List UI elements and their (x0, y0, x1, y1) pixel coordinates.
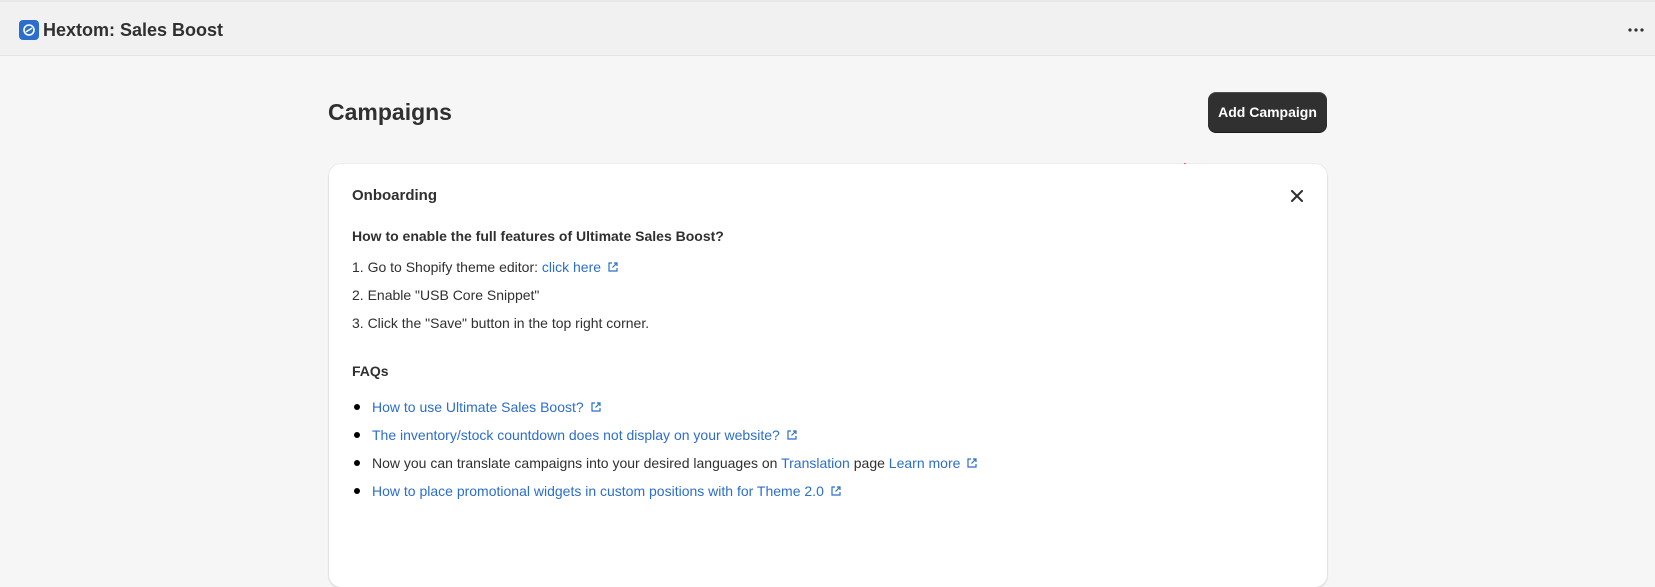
onboarding-title: Onboarding (352, 187, 437, 204)
external-link-icon (787, 430, 797, 440)
faq-heading: FAQs (352, 363, 389, 379)
step-1: 1. Go to Shopify theme editor: click her… (352, 259, 619, 275)
app-logo-icon (19, 20, 39, 40)
external-link-icon (831, 486, 841, 496)
page-title: Campaigns (328, 99, 452, 125)
faq-link-custom-positions[interactable]: How to place promotional widgets in cust… (372, 483, 824, 499)
app-title: Hextom: Sales Boost (43, 20, 224, 40)
faq-link-how-to-use[interactable]: How to use Ultimate Sales Boost? (372, 399, 584, 415)
external-link-icon (967, 458, 977, 468)
list-item: The inventory/stock countdown does not d… (352, 425, 978, 453)
add-campaign-button[interactable]: Add Campaign (1208, 92, 1327, 132)
step-1-text: 1. Go to Shopify theme editor: (352, 259, 542, 275)
translation-page-link[interactable]: Translation (781, 455, 850, 471)
faq-list: How to use Ultimate Sales Boost? The inv… (352, 397, 978, 509)
theme-editor-link[interactable]: click here (542, 259, 601, 275)
list-item: How to use Ultimate Sales Boost? (352, 397, 978, 425)
main-content: Campaigns Add Campaign Onboarding How to… (0, 56, 1655, 587)
more-actions-icon[interactable] (1623, 18, 1649, 42)
list-item: How to place promotional widgets in cust… (352, 481, 978, 509)
list-item: Now you can translate campaigns into you… (352, 453, 978, 481)
faq-link-inventory-countdown[interactable]: The inventory/stock countdown does not d… (372, 427, 780, 443)
bullet (354, 460, 360, 466)
bullet (354, 432, 360, 438)
faq-translation-text: Now you can translate campaigns into you… (372, 455, 782, 471)
external-link-icon (591, 402, 601, 412)
onboarding-card: Onboarding How to enable the full featur… (329, 164, 1327, 587)
close-icon[interactable] (1287, 186, 1307, 206)
external-link-icon (608, 262, 618, 272)
faq-translation-text-mid: page (849, 455, 889, 471)
learn-more-link[interactable]: Learn more (889, 455, 961, 471)
step-3: 3. Click the "Save" button in the top ri… (352, 315, 650, 331)
onboarding-question: How to enable the full features of Ultim… (352, 228, 724, 244)
bullet (354, 404, 360, 410)
step-2: 2. Enable "USB Core Snippet" (352, 287, 540, 303)
app-header: Hextom: Sales Boost (0, 0, 1655, 56)
bullet (354, 488, 360, 494)
